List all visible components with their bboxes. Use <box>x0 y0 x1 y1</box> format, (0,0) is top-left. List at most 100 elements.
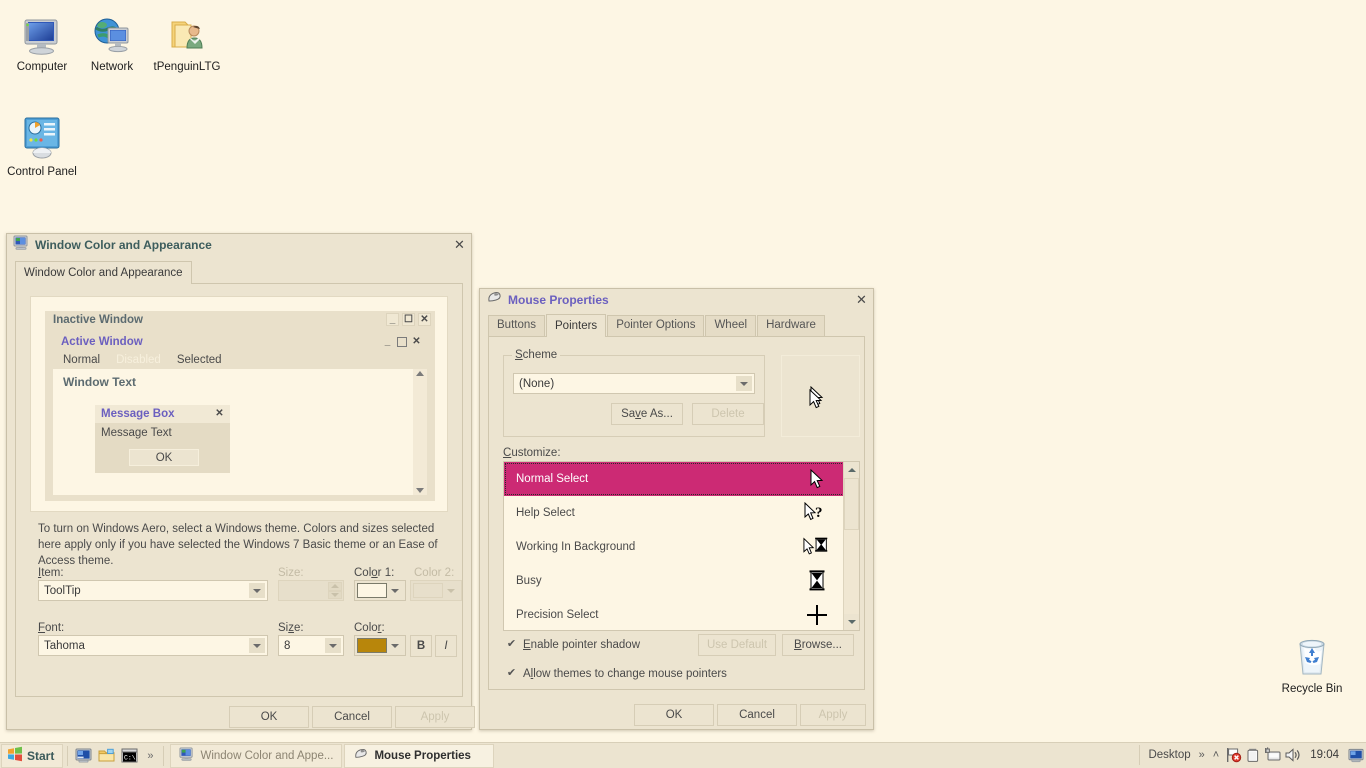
user-folder-icon <box>145 8 229 58</box>
arrow-cursor <box>803 465 831 493</box>
titlebar: Mouse Properties ✕ <box>480 289 873 311</box>
scroll-down-icon[interactable] <box>416 488 424 493</box>
list-item[interactable]: Normal Select <box>504 462 845 496</box>
chevron-down-icon[interactable] <box>387 643 402 648</box>
preview-scrollbar[interactable] <box>413 369 427 495</box>
taskbar-item-mouse-properties[interactable]: Mouse Properties <box>344 743 495 768</box>
font-color-swatch <box>357 638 387 653</box>
quick-launch-overflow-icon[interactable]: » <box>143 750 157 762</box>
size1-stepper[interactable] <box>278 580 344 601</box>
desktop-icon-network[interactable]: Network <box>70 8 154 74</box>
preview-client-area: Window Text Message Box ✕ Message Text O… <box>53 369 427 495</box>
list-scrollbar[interactable] <box>843 462 859 630</box>
start-button[interactable]: Start <box>1 743 64 768</box>
maximize-icon[interactable] <box>397 336 407 347</box>
close-icon[interactable]: ✕ <box>410 335 423 348</box>
desktop-icon-control-panel[interactable]: Control Panel <box>0 113 84 179</box>
tab-buttons[interactable]: Buttons <box>488 315 545 336</box>
allow-themes-label: Allow themes to change mouse pointers <box>523 667 727 680</box>
list-item[interactable]: Help Select ? <box>504 496 845 530</box>
mouse-icon <box>353 748 368 764</box>
scroll-up-icon[interactable] <box>844 462 859 478</box>
show-desktop-icon[interactable] <box>74 747 92 765</box>
browse-button[interactable]: Browse... <box>782 634 854 656</box>
bold-button[interactable]: B <box>410 635 432 657</box>
spinner-up-icon[interactable] <box>328 582 342 591</box>
desktop-icon-tpenguinltg[interactable]: tPenguinLTG <box>145 8 229 74</box>
list-item[interactable]: Precision Select <box>504 598 845 630</box>
preview-msgbox-title: Message Box <box>101 408 175 420</box>
maximize-icon[interactable]: ☐ <box>402 313 415 326</box>
chevron-down-icon[interactable] <box>387 588 402 593</box>
chevron-down-icon[interactable] <box>325 638 341 653</box>
spinner-down-icon[interactable] <box>328 590 342 599</box>
checkbox-check-icon: ✔ <box>505 638 518 651</box>
italic-button[interactable]: I <box>435 635 457 657</box>
taskbar-divider <box>67 745 69 766</box>
close-icon[interactable]: ✕ <box>418 313 431 326</box>
preview-window-buttons: _ ☐ ✕ <box>386 313 431 326</box>
enable-pointer-shadow-checkbox[interactable]: ✔ Enable pointer shadow <box>505 638 640 651</box>
scroll-up-icon[interactable] <box>416 371 424 376</box>
preview-menu-normal[interactable]: Normal <box>63 354 100 366</box>
list-item[interactable]: Working In Background <box>504 530 845 564</box>
arrow-cursor <box>810 385 825 412</box>
tray-overflow-icon[interactable]: » <box>1195 749 1209 761</box>
preview-msgbox-ok-button[interactable]: OK <box>129 449 199 466</box>
scheme-select-value: (None) <box>519 377 555 390</box>
chevron-up-icon[interactable]: ˄ <box>1209 749 1223 761</box>
tab-window-color-and-appearance[interactable]: Window Color and Appearance <box>15 261 192 284</box>
tray-clock[interactable]: 19:04 <box>1303 749 1346 761</box>
ok-button[interactable]: OK <box>634 704 714 726</box>
tabstrip: Window Color and Appearance <box>7 260 471 284</box>
scroll-down-icon[interactable] <box>844 614 859 630</box>
color1-picker[interactable] <box>354 580 406 601</box>
tab-pointer-options[interactable]: Pointer Options <box>607 315 705 336</box>
display-properties-icon <box>179 747 194 764</box>
close-icon[interactable]: ✕ <box>451 236 468 253</box>
chevron-down-icon[interactable] <box>249 583 265 598</box>
minimize-icon[interactable]: _ <box>381 335 394 348</box>
network-error-icon[interactable] <box>1223 745 1243 765</box>
tab-wheel[interactable]: Wheel <box>705 315 757 336</box>
color2-swatch <box>413 583 443 598</box>
hourglass-cursor <box>803 567 831 595</box>
explorer-folder-icon[interactable] <box>97 747 115 765</box>
preview-menu-selected[interactable]: Selected <box>177 354 222 366</box>
removable-device-icon[interactable] <box>1263 745 1283 765</box>
scrollbar-thumb[interactable] <box>844 478 859 530</box>
show-desktop-button[interactable] <box>1348 744 1364 766</box>
font-color-picker[interactable] <box>354 635 406 656</box>
minimize-icon[interactable]: _ <box>386 313 399 326</box>
desktop-icon-label: Control Panel <box>7 166 77 178</box>
tab-pointers[interactable]: Pointers <box>546 314 607 337</box>
desktop-icon-recycle-bin[interactable]: Recycle Bin <box>1270 630 1354 696</box>
scheme-select[interactable]: (None) <box>513 373 755 394</box>
battery-icon[interactable] <box>1243 745 1263 765</box>
list-item-label: Precision Select <box>516 609 599 621</box>
customize-label: Customize: <box>503 447 561 459</box>
ok-button[interactable]: OK <box>229 706 309 728</box>
save-as-button[interactable]: Sa v e As... <box>611 403 683 425</box>
tab-hardware[interactable]: Hardware <box>757 315 825 336</box>
spinner-buttons[interactable] <box>328 582 342 599</box>
font-size-select[interactable]: 8 <box>278 635 344 656</box>
pointer-list[interactable]: Normal Select Help Select ? Working In B… <box>503 461 860 631</box>
chevron-down-icon[interactable] <box>249 638 265 653</box>
cancel-button[interactable]: Cancel <box>312 706 392 728</box>
cancel-button[interactable]: Cancel <box>717 704 797 726</box>
font-select[interactable]: Tahoma <box>38 635 268 656</box>
preview-inactive-titlebar: Inactive Window _ ☐ ✕ <box>45 311 435 329</box>
list-item[interactable]: Busy <box>504 564 845 598</box>
allow-themes-checkbox[interactable]: ✔ Allow themes to change mouse pointers <box>505 667 727 680</box>
chevron-down-icon[interactable] <box>736 376 752 391</box>
volume-icon[interactable] <box>1283 745 1303 765</box>
preview-window-buttons: _ ✕ <box>381 335 423 348</box>
tray-desktop-label[interactable]: Desktop <box>1144 749 1194 761</box>
color1-swatch <box>357 583 387 598</box>
item-select[interactable]: ToolTip <box>38 580 268 601</box>
command-prompt-icon[interactable]: C:\ <box>120 747 138 765</box>
close-icon[interactable]: ✕ <box>213 407 226 420</box>
close-icon[interactable]: ✕ <box>853 291 870 308</box>
taskbar-item-window-color[interactable]: Window Color and Appe... <box>170 743 343 768</box>
